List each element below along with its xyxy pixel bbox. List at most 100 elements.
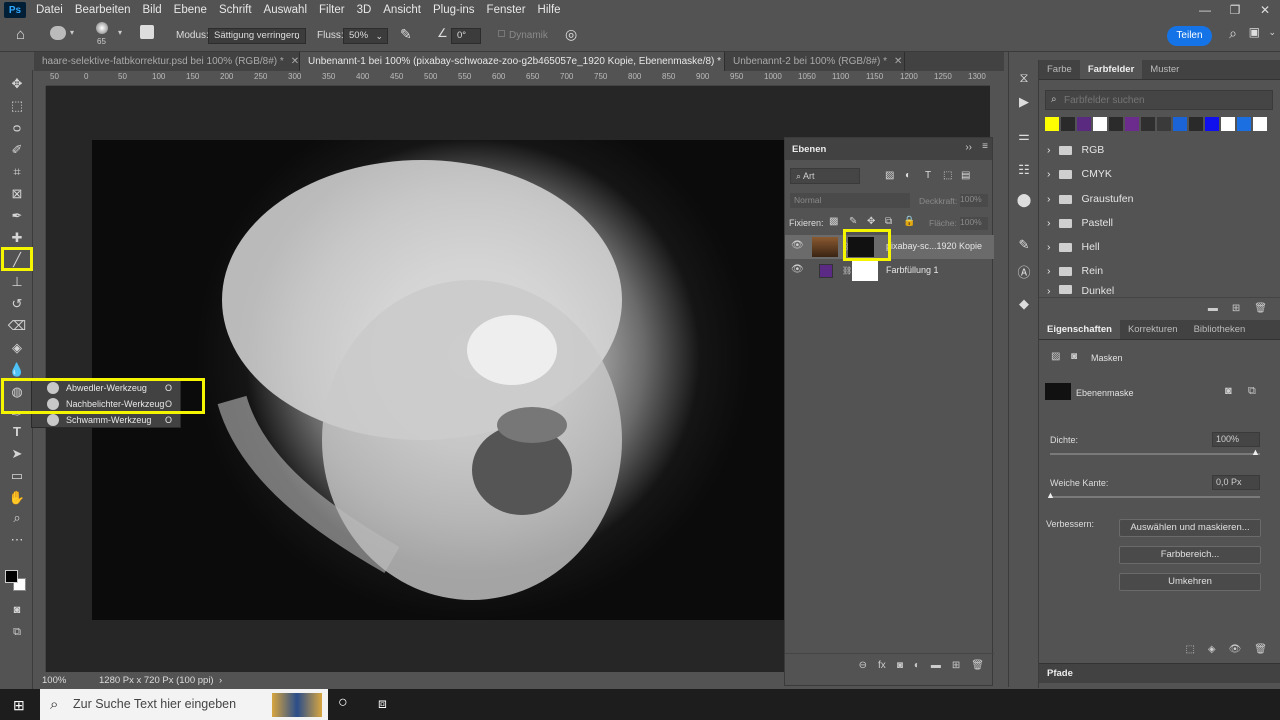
windows-start-icon[interactable]: ⊞ <box>13 697 25 714</box>
paint-bucket-tool-icon[interactable]: ◈ <box>6 338 28 358</box>
type-tool-icon[interactable]: T <box>6 422 28 442</box>
tab-korrekturen[interactable]: Korrekturen <box>1120 320 1186 339</box>
layer-filter-select[interactable]: ⌕ Art <box>790 168 860 184</box>
delete-mask-icon[interactable]: 🗑 <box>1254 644 1267 660</box>
search-icon[interactable]: ⌕ <box>1229 25 1237 42</box>
load-selection-icon[interactable]: ⬚ <box>1185 644 1194 660</box>
minimize-button[interactable]: — <box>1190 0 1220 20</box>
lock-position-icon[interactable]: ✥ <box>867 216 875 227</box>
color-range-button[interactable]: Farbbereich... <box>1119 546 1261 564</box>
link-layers-icon[interactable]: ⊖ <box>859 660 867 677</box>
zoom-tool-icon[interactable]: ⌕ <box>6 508 28 528</box>
frame-tool-icon[interactable]: ⊠ <box>6 184 28 204</box>
link-icon[interactable]: ⛓ <box>842 266 852 275</box>
feather-input[interactable]: 0,0 Px <box>1212 475 1260 490</box>
clone-stamp-tool-icon[interactable]: ⊥ <box>6 272 28 292</box>
visibility-eye-icon[interactable]: 👁 <box>1229 644 1242 660</box>
collapse-icon[interactable]: ›› <box>965 142 972 153</box>
fill-color-thumbnail[interactable] <box>819 264 833 278</box>
lock-all-icon[interactable]: 🔒 <box>903 216 915 227</box>
sponge-tool-icon[interactable]: ◍ <box>6 382 28 402</box>
visibility-eye-icon[interactable]: 👁 <box>791 264 804 275</box>
layer-row-fill[interactable]: 👁 ⛓ Farbfüllung 1 <box>785 259 994 283</box>
layer-row-photo[interactable]: 👁 ⛓ pixabay-sc...1920 Kopie <box>785 235 994 259</box>
delete-swatch-icon[interactable]: 🗑 <box>1254 303 1267 319</box>
filter-smartobject-icon[interactable]: ▤ <box>961 170 970 181</box>
brush-tool-icon[interactable]: ╱ <box>6 250 28 270</box>
chevron-down-icon[interactable]: ▾ <box>70 28 74 37</box>
opacity-input[interactable]: 100% <box>960 194 988 207</box>
color-swatch[interactable] <box>1141 117 1155 131</box>
menu-datei[interactable]: Datei <box>30 4 69 16</box>
swatch-search[interactable]: ⌕ <box>1045 90 1273 110</box>
tab-eigenschaften[interactable]: Eigenschaften <box>1039 320 1120 339</box>
zoom-level[interactable]: 100% <box>42 672 66 689</box>
quick-mask-icon[interactable]: ◙ <box>6 600 28 620</box>
blend-mode-select[interactable]: Normal <box>790 193 910 208</box>
properties-icon[interactable]: ☷ <box>1015 162 1033 178</box>
alpaca-photo[interactable] <box>92 140 784 620</box>
swatch-group-hell[interactable]: › Hell <box>1047 237 1100 257</box>
color-swatch[interactable] <box>1125 117 1139 131</box>
tab-pfade[interactable]: Pfade <box>1047 668 1073 679</box>
delete-layer-icon[interactable]: 🗑 <box>971 660 984 677</box>
density-slider[interactable] <box>1050 453 1260 455</box>
menu-filter[interactable]: Filter <box>313 4 351 16</box>
slider-handle-icon[interactable]: ▲ <box>1046 490 1055 500</box>
tab-bibliotheken[interactable]: Bibliotheken <box>1186 320 1254 339</box>
menu-schrift[interactable]: Schrift <box>213 4 258 16</box>
brush-preview-icon[interactable] <box>96 22 108 34</box>
layers-icon[interactable]: ◆ <box>1015 296 1033 312</box>
share-button[interactable]: Teilen <box>1167 26 1212 46</box>
task-view-icon[interactable]: ⧈ <box>378 695 387 712</box>
sponge-tool-item[interactable]: Schwamm-Werkzeug O <box>32 412 180 428</box>
move-tool-icon[interactable]: ✥ <box>6 74 28 94</box>
glyphs-icon[interactable]: Ⓐ <box>1015 262 1033 280</box>
filter-pixel-icon[interactable]: ▨ <box>885 170 894 181</box>
crop-tool-icon[interactable]: ⌗ <box>6 162 28 182</box>
home-icon[interactable]: ⌂ <box>16 26 25 43</box>
history-brush-tool-icon[interactable]: ↺ <box>6 294 28 314</box>
new-group-icon[interactable]: ▬ <box>931 660 941 677</box>
density-input[interactable]: 100% <box>1212 432 1260 447</box>
lasso-tool-icon[interactable]: ᴑ <box>6 118 28 138</box>
history-icon[interactable]: ⧖ <box>1015 70 1033 86</box>
chevron-down-icon[interactable]: ▾ <box>118 28 122 37</box>
add-mask-icon[interactable]: ◙ <box>897 660 903 677</box>
color-swatch[interactable] <box>1189 117 1203 131</box>
menu-auswahl[interactable]: Auswahl <box>258 4 313 16</box>
color-swatch[interactable] <box>1253 117 1267 131</box>
select-and-mask-button[interactable]: Auswählen und maskieren... <box>1119 519 1261 537</box>
color-swatch[interactable] <box>1237 117 1251 131</box>
color-swatch[interactable] <box>1077 117 1091 131</box>
apply-mask-icon[interactable]: ◈ <box>1208 644 1216 660</box>
flow-input[interactable]: 50% ⌄ <box>343 28 388 44</box>
filter-adjustment-icon[interactable]: ◐ <box>905 170 911 181</box>
swatch-group-cmyk[interactable]: › CMYK <box>1047 164 1112 184</box>
swatch-search-input[interactable] <box>1064 93 1264 108</box>
menu-plugins[interactable]: Plug-ins <box>427 4 481 16</box>
brush-settings-icon[interactable]: ✎ <box>1015 237 1033 253</box>
taskbar-search[interactable]: ⌕ Zur Suche Text hier eingeben <box>40 689 328 720</box>
new-layer-icon[interactable]: ⊞ <box>952 660 960 677</box>
path-selection-tool-icon[interactable]: ➤ <box>6 444 28 464</box>
select-mask-icon[interactable]: ◙ <box>1225 385 1232 397</box>
layer-thumbnail[interactable] <box>812 237 838 257</box>
new-adjustment-icon[interactable]: ◐ <box>914 660 920 677</box>
burn-tool-item[interactable]: Nachbelichter-Werkzeug O <box>32 396 180 412</box>
panel-menu-icon[interactable]: ≡ <box>982 141 988 152</box>
hand-tool-icon[interactable]: ✋ <box>6 488 28 508</box>
filter-type-icon[interactable]: T <box>925 170 931 181</box>
menu-fenster[interactable]: Fenster <box>481 4 532 16</box>
layer-mask-thumbnail[interactable] <box>852 261 878 281</box>
close-icon[interactable]: ✕ <box>894 56 902 67</box>
channels-icon[interactable]: ⬤ <box>1015 192 1033 208</box>
pressure-icon[interactable]: ◎ <box>565 26 577 43</box>
visibility-eye-icon[interactable]: 👁 <box>791 240 804 251</box>
dynamic-checkbox[interactable] <box>498 30 505 37</box>
tab-document-2[interactable]: Unbenannt-1 bei 100% (pixabay-schwoaze-z… <box>300 52 725 71</box>
swatch-group-dunkel[interactable]: › Dunkel <box>1047 285 1114 297</box>
swatch-group-pastell[interactable]: › Pastell <box>1047 213 1113 233</box>
slider-handle-icon[interactable]: ▲ <box>1251 447 1260 457</box>
sponge-tool-preset-icon[interactable] <box>50 26 66 40</box>
